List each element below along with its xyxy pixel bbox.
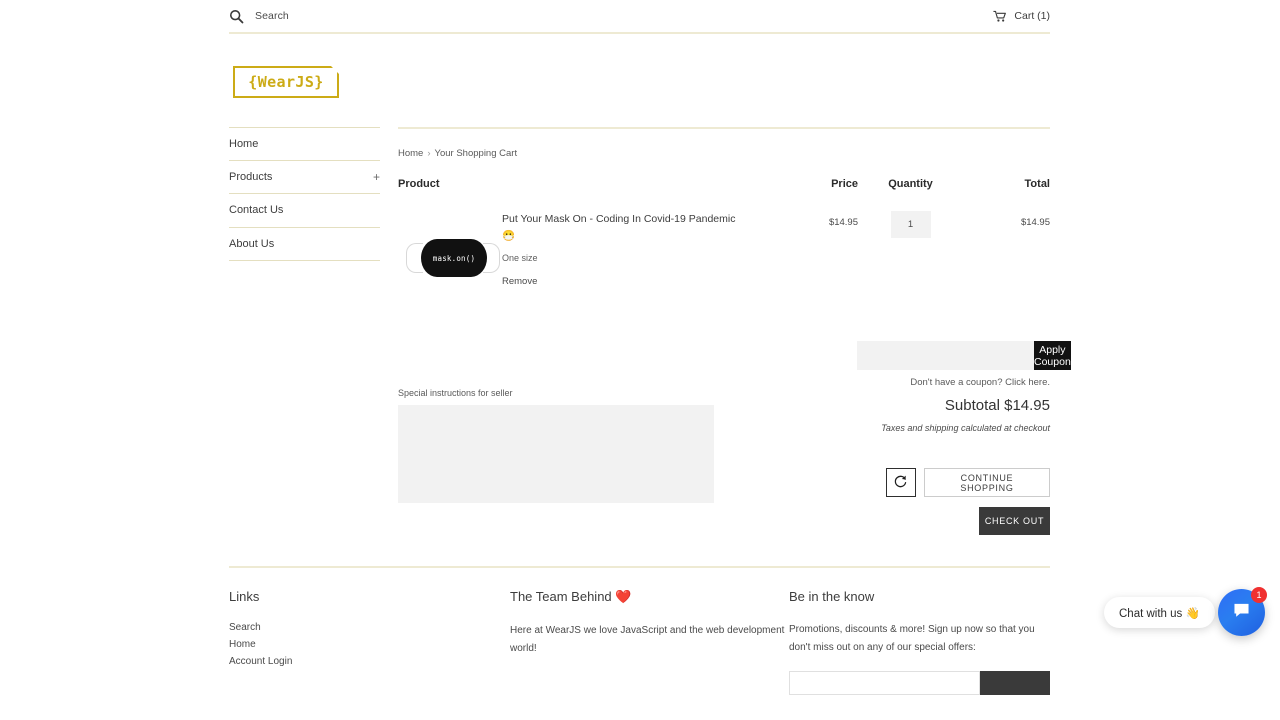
product-variant: One size xyxy=(502,253,538,263)
footer-newsletter-text: Promotions, discounts & more! Sign up no… xyxy=(789,624,1035,653)
coupon-input[interactable] xyxy=(857,341,1034,370)
top-bar: Search Cart (1) xyxy=(229,0,1050,34)
cart-actions: CONTINUE SHOPPING CHECK OUT xyxy=(886,468,1050,535)
sidebar-item-label: Home xyxy=(229,137,259,150)
sidebar-item-label: About Us xyxy=(229,237,275,250)
mask-body: mask.on() xyxy=(421,239,487,277)
header-price: Price xyxy=(831,178,858,190)
quantity-cell xyxy=(858,209,963,238)
checkout-button[interactable]: CHECK OUT xyxy=(979,507,1050,535)
product-line-total: $14.95 xyxy=(1020,217,1050,228)
table-row: mask.on() Put Your Mask On - Coding In C… xyxy=(398,209,1050,287)
product-thumbnail[interactable]: mask.on() xyxy=(398,209,502,277)
breadcrumb-home[interactable]: Home xyxy=(398,148,423,159)
continue-shopping-button[interactable]: CONTINUE SHOPPING xyxy=(923,468,1050,497)
chat-prompt-bubble[interactable]: Chat with us 👋 xyxy=(1104,597,1215,628)
special-instructions-input[interactable] xyxy=(398,405,714,503)
product-info: Put Your Mask On - Coding In Covid-19 Pa… xyxy=(502,209,748,287)
special-instructions: Special instructions for seller xyxy=(398,388,714,508)
special-instructions-label: Special instructions for seller xyxy=(398,388,513,398)
footer: Links Search Home Account Login The Team… xyxy=(229,566,1050,695)
sidebar-item-home[interactable]: Home xyxy=(229,127,380,161)
footer-link-account-login[interactable]: Account Login xyxy=(229,654,510,671)
sidebar-nav: Home Products + Contact Us About Us xyxy=(229,127,380,261)
chat-prompt-label: Chat with us 👋 xyxy=(1119,607,1200,620)
sidebar-item-about-us[interactable]: About Us xyxy=(229,228,380,261)
newsletter-form xyxy=(789,671,1050,695)
email-field[interactable] xyxy=(789,671,980,695)
cart-link[interactable]: Cart (1) xyxy=(993,10,1050,23)
footer-links-heading: Links xyxy=(229,589,260,604)
update-cart-button[interactable] xyxy=(886,468,916,497)
mask-image: mask.on() xyxy=(404,239,500,277)
footer-link-home[interactable]: Home xyxy=(229,637,510,654)
coupon-hint-link[interactable]: Don't have a coupon? Click here. xyxy=(857,377,1050,388)
footer-team-heading: The Team Behind ❤️ xyxy=(510,589,632,604)
cart-count-label: Cart (1) xyxy=(1014,10,1050,22)
breadcrumb-current: Your Shopping Cart xyxy=(434,148,518,159)
header-total: Total xyxy=(1024,178,1050,190)
logo-text: {WearJS} xyxy=(248,73,324,91)
sidebar-item-label: Contact Us xyxy=(229,204,284,217)
cart-main: Home › Your Shopping Cart Product Price Qu… xyxy=(398,127,1050,287)
search-group[interactable]: Search xyxy=(229,9,289,24)
main-divider xyxy=(398,127,1050,129)
footer-newsletter-column: Be in the know Promotions, discounts & m… xyxy=(789,589,1050,695)
footer-team-text: Here at WearJS we love JavaScript and th… xyxy=(510,625,785,654)
search-icon xyxy=(229,9,244,24)
chat-bubble-icon xyxy=(1232,601,1251,625)
subtotal-label: Subtotal xyxy=(944,397,1000,414)
chat-launcher-button[interactable]: 1 xyxy=(1218,587,1267,636)
sidebar-item-products[interactable]: Products + xyxy=(229,161,380,194)
footer-divider xyxy=(229,566,1050,568)
sidebar-item-contact-us[interactable]: Contact Us xyxy=(229,194,380,228)
coupon-row: Apply Coupon xyxy=(857,341,1071,370)
quantity-stepper[interactable] xyxy=(890,211,931,238)
footer-links-column: Links Search Home Account Login xyxy=(229,589,510,695)
product-title[interactable]: Put Your Mask On - Coding In Covid-19 Pa… xyxy=(502,211,748,245)
tax-shipping-note: Taxes and shipping calculated at checkou… xyxy=(881,423,1050,433)
remove-link[interactable]: Remove xyxy=(502,276,748,287)
newsletter-subscribe-button[interactable] xyxy=(980,671,1050,695)
search-input[interactable]: Search xyxy=(255,10,289,22)
apply-coupon-button[interactable]: Apply Coupon xyxy=(1034,341,1071,370)
cart-table-header: Product Price Quantity Total xyxy=(398,178,1050,190)
chat-unread-badge: 1 xyxy=(1251,587,1267,603)
sidebar-item-label: Products xyxy=(229,170,273,183)
footer-links-list: Search Home Account Login xyxy=(229,620,510,670)
subtotal-value: $14.95 xyxy=(1004,397,1050,414)
product-price: $14.95 xyxy=(828,217,858,228)
cart-totals: Apply Coupon Don't have a coupon? Click … xyxy=(857,341,1071,433)
footer-columns: Links Search Home Account Login The Team… xyxy=(229,589,1050,695)
breadcrumb: Home › Your Shopping Cart xyxy=(398,148,1050,159)
plus-icon[interactable]: + xyxy=(373,171,380,183)
header-product: Product xyxy=(398,178,440,190)
cart-actions-row: CONTINUE SHOPPING xyxy=(886,468,1050,497)
cart-icon xyxy=(993,10,1007,23)
cart-page: Search Cart (1) {WearJS} Home Products + xyxy=(0,0,1280,720)
footer-newsletter-heading: Be in the know xyxy=(789,589,875,604)
footer-team-column: The Team Behind ❤️ Here at WearJS we lov… xyxy=(510,589,789,695)
footer-link-search[interactable]: Search xyxy=(229,620,510,637)
header-quantity: Quantity xyxy=(888,178,933,190)
refresh-icon xyxy=(893,474,908,492)
subtotal: Subtotal $14.95 xyxy=(857,397,1050,414)
breadcrumb-separator: › xyxy=(427,148,431,159)
site-logo[interactable]: {WearJS} xyxy=(233,65,340,98)
